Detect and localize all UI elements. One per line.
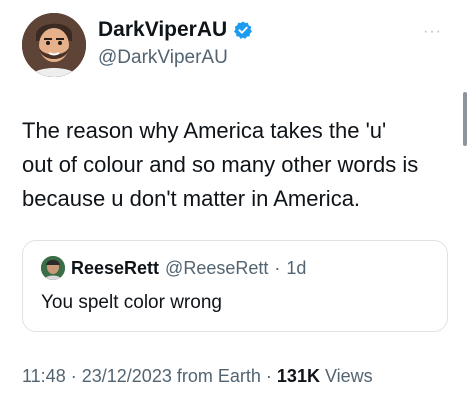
quoted-header: ReeseRett @ReeseRett · 1d bbox=[71, 256, 306, 280]
quoted-separator: · bbox=[274, 258, 281, 278]
author-name[interactable]: DarkViperAU bbox=[98, 18, 227, 42]
quoted-author-name[interactable]: ReeseRett bbox=[71, 256, 159, 280]
tweet-text: The reason why America takes the 'u' out… bbox=[22, 118, 419, 211]
views-count[interactable]: 131K bbox=[277, 366, 320, 386]
author-avatar[interactable] bbox=[22, 13, 86, 77]
author-name-row: DarkViperAU bbox=[98, 18, 253, 42]
verified-badge-icon bbox=[233, 20, 253, 40]
tweet-source: from Earth bbox=[176, 366, 261, 386]
quoted-timestamp[interactable]: 1d bbox=[286, 256, 306, 280]
tweet-date[interactable]: 23/12/2023 bbox=[82, 366, 172, 386]
views-label[interactable]: Views bbox=[325, 366, 373, 386]
author-handle[interactable]: @DarkViperAU bbox=[98, 47, 228, 69]
meta-separator: · bbox=[70, 366, 77, 386]
cartoon-avatar-icon bbox=[22, 13, 86, 77]
quoted-author-avatar[interactable] bbox=[41, 256, 65, 280]
quoted-author-handle[interactable]: @ReeseRett bbox=[165, 256, 268, 280]
tweet-meta: 11:48 · 23/12/2023 from Earth · 131K Vie… bbox=[22, 364, 373, 388]
tweet-time[interactable]: 11:48 bbox=[22, 366, 66, 386]
more-options-button[interactable]: ··· bbox=[423, 24, 442, 40]
meta-separator: · bbox=[265, 366, 272, 386]
quoted-text: You spelt color wrong bbox=[41, 292, 222, 313]
tweet: DarkViperAU @DarkViperAU ··· The reason … bbox=[0, 0, 474, 402]
scrollbar[interactable] bbox=[463, 92, 467, 146]
quoted-avatar-icon bbox=[41, 256, 65, 280]
quoted-tweet[interactable]: ReeseRett @ReeseRett · 1d You spelt colo… bbox=[22, 240, 448, 332]
